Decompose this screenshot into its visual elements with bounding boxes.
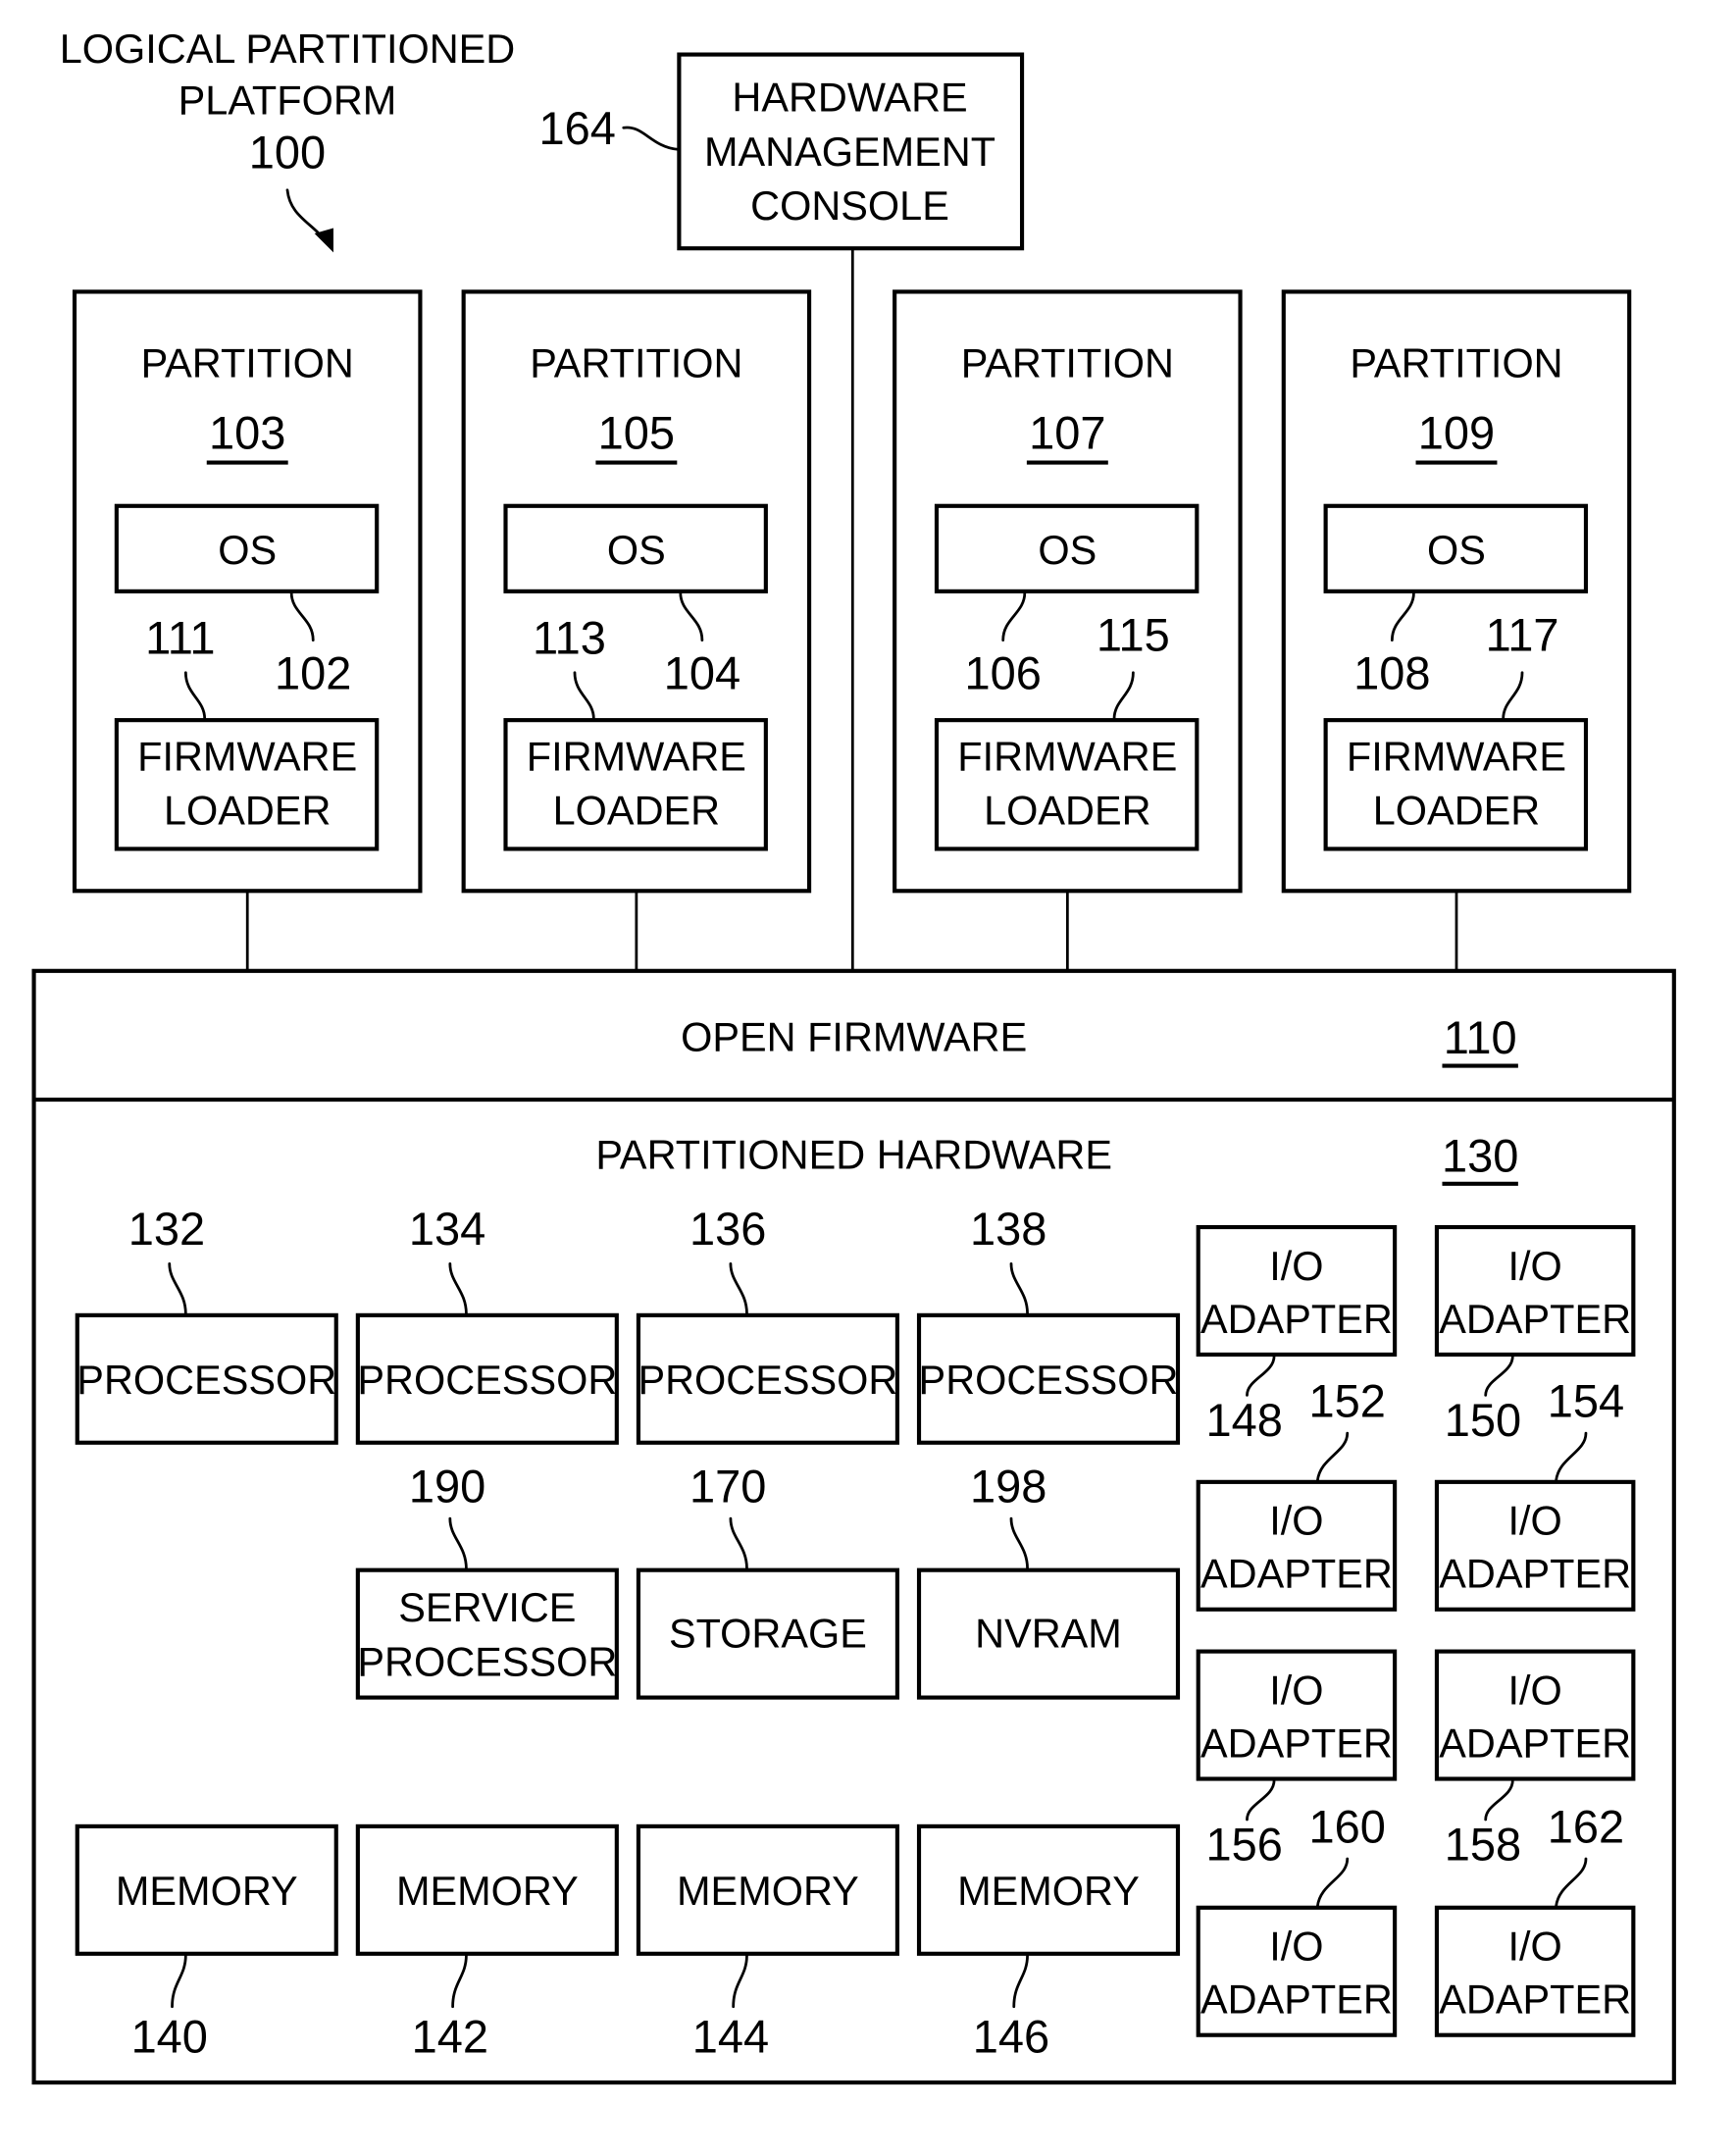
io-adapter-ref: 154 bbox=[1548, 1375, 1624, 1427]
partition-label: PARTITION bbox=[141, 339, 354, 385]
firmware-loader-line1: FIRMWARE bbox=[1347, 733, 1566, 779]
io-adapter-line1: I/O bbox=[1269, 1498, 1323, 1544]
partition-label: PARTITION bbox=[530, 339, 742, 385]
io-adapter-ref: 150 bbox=[1445, 1394, 1521, 1446]
partition-label: PARTITION bbox=[1350, 339, 1562, 385]
os-label: OS bbox=[1038, 527, 1097, 573]
firmware-loader-line2: LOADER bbox=[164, 788, 331, 834]
service-processor-ref: 190 bbox=[409, 1461, 485, 1513]
memory-label: MEMORY bbox=[116, 1868, 298, 1914]
hmc-line1: HARDWARE bbox=[732, 75, 967, 121]
firmware-loader-line2: LOADER bbox=[984, 788, 1150, 834]
memory-label: MEMORY bbox=[677, 1868, 859, 1914]
partition-105: PARTITION 105 OS FIRMWARE LOADER 113 104 bbox=[461, 289, 812, 971]
service-processor-line2: PROCESSOR bbox=[357, 1638, 617, 1684]
storage-ref: 170 bbox=[689, 1461, 766, 1513]
hmc-line2: MANAGEMENT bbox=[704, 128, 995, 175]
io-adapter-line1: I/O bbox=[1508, 1667, 1562, 1713]
io-adapter-line1: I/O bbox=[1508, 1924, 1562, 1970]
partition-103: PARTITION 103 OS FIRMWARE LOADER 111 102 bbox=[72, 289, 423, 971]
memory-label: MEMORY bbox=[957, 1868, 1140, 1914]
firmware-loader-ref: 117 bbox=[1486, 609, 1559, 661]
os-ref: 106 bbox=[965, 646, 1042, 698]
io-adapter-ref: 162 bbox=[1548, 1800, 1624, 1852]
storage-label: STORAGE bbox=[669, 1610, 867, 1656]
io-adapter-line2: ADAPTER bbox=[1200, 1551, 1393, 1597]
firmware-loader-ref: 115 bbox=[1097, 609, 1170, 661]
partition-label: PARTITION bbox=[961, 339, 1174, 385]
firmware-loader-line1: FIRMWARE bbox=[527, 733, 746, 779]
figure-title-line1: LOGICAL PARTITIONED bbox=[60, 26, 516, 72]
firmware-loader-line2: LOADER bbox=[1373, 788, 1540, 834]
partition-ref: 103 bbox=[209, 407, 285, 459]
nvram-label: NVRAM bbox=[975, 1610, 1122, 1656]
io-adapter-line1: I/O bbox=[1269, 1924, 1323, 1970]
memory-ref: 146 bbox=[973, 2011, 1049, 2063]
io-adapter-ref: 148 bbox=[1206, 1394, 1283, 1446]
partition-ref: 105 bbox=[598, 407, 675, 459]
io-adapter-ref: 160 bbox=[1309, 1800, 1386, 1852]
io-adapter-line1: I/O bbox=[1508, 1498, 1562, 1544]
io-adapter-line2: ADAPTER bbox=[1439, 1976, 1631, 2023]
os-label: OS bbox=[218, 527, 277, 573]
os-ref: 104 bbox=[664, 646, 740, 698]
io-adapter-line1: I/O bbox=[1269, 1243, 1323, 1289]
partition-ref: 107 bbox=[1029, 407, 1105, 459]
firmware-loader-line1: FIRMWARE bbox=[137, 733, 357, 779]
logical-partitioned-platform-diagram: LOGICAL PARTITIONED PLATFORM 100 HARDWAR… bbox=[31, 26, 1676, 2085]
os-label: OS bbox=[607, 527, 666, 573]
figure-ref: 100 bbox=[249, 127, 326, 179]
firmware-loader-ref: 113 bbox=[533, 611, 606, 663]
firmware-loader-line2: LOADER bbox=[553, 788, 720, 834]
memory-ref: 142 bbox=[412, 2011, 488, 2063]
io-adapter-ref: 158 bbox=[1445, 1818, 1521, 1870]
firmware-loader-ref: 111 bbox=[145, 611, 215, 663]
processor-label: PROCESSOR bbox=[919, 1357, 1179, 1403]
memory-ref: 144 bbox=[692, 2011, 769, 2063]
service-processor-line1: SERVICE bbox=[398, 1584, 576, 1630]
processor-label: PROCESSOR bbox=[357, 1357, 617, 1403]
os-ref: 102 bbox=[275, 646, 351, 698]
memory-ref: 140 bbox=[131, 2011, 208, 2063]
processor-ref: 132 bbox=[128, 1203, 205, 1255]
figure-title: LOGICAL PARTITIONED PLATFORM 100 bbox=[60, 26, 516, 253]
hardware-label: PARTITIONED HARDWARE bbox=[595, 1132, 1112, 1178]
io-adapter-line2: ADAPTER bbox=[1200, 1296, 1393, 1342]
partition-109: PARTITION 109 OS FIRMWARE LOADER 108 117 bbox=[1281, 289, 1632, 971]
firmware-loader-line1: FIRMWARE bbox=[957, 733, 1177, 779]
hmc-line3: CONSOLE bbox=[750, 182, 949, 229]
os-label: OS bbox=[1427, 527, 1486, 573]
processor-label: PROCESSOR bbox=[77, 1357, 336, 1403]
io-adapter-line2: ADAPTER bbox=[1439, 1296, 1631, 1342]
processor-ref: 138 bbox=[970, 1203, 1046, 1255]
io-adapter-line2: ADAPTER bbox=[1439, 1551, 1631, 1597]
io-adapter-line2: ADAPTER bbox=[1200, 1720, 1393, 1766]
os-ref: 108 bbox=[1353, 646, 1430, 698]
io-adapter-line2: ADAPTER bbox=[1200, 1976, 1393, 2023]
hardware-ref: 130 bbox=[1442, 1129, 1518, 1181]
partition-107: PARTITION 107 OS FIRMWARE LOADER 106 115 bbox=[893, 289, 1243, 971]
figure-title-line2: PLATFORM bbox=[179, 77, 397, 123]
processor-ref: 136 bbox=[689, 1203, 766, 1255]
io-adapter-line1: I/O bbox=[1508, 1243, 1562, 1289]
memory-label: MEMORY bbox=[396, 1868, 579, 1914]
open-firmware-ref: 110 bbox=[1444, 1011, 1517, 1063]
nvram-ref: 198 bbox=[970, 1461, 1046, 1513]
open-firmware-label: OPEN FIRMWARE bbox=[681, 1013, 1027, 1059]
io-adapter-line1: I/O bbox=[1269, 1667, 1323, 1713]
processor-label: PROCESSOR bbox=[638, 1357, 897, 1403]
io-adapter-ref: 152 bbox=[1309, 1375, 1386, 1427]
hmc-ref: 164 bbox=[539, 102, 616, 154]
processor-ref: 134 bbox=[409, 1203, 485, 1255]
partition-ref: 109 bbox=[1418, 407, 1495, 459]
io-adapter-line2: ADAPTER bbox=[1439, 1720, 1631, 1766]
hmc-leader bbox=[622, 126, 680, 151]
io-adapter-ref: 156 bbox=[1206, 1818, 1283, 1870]
